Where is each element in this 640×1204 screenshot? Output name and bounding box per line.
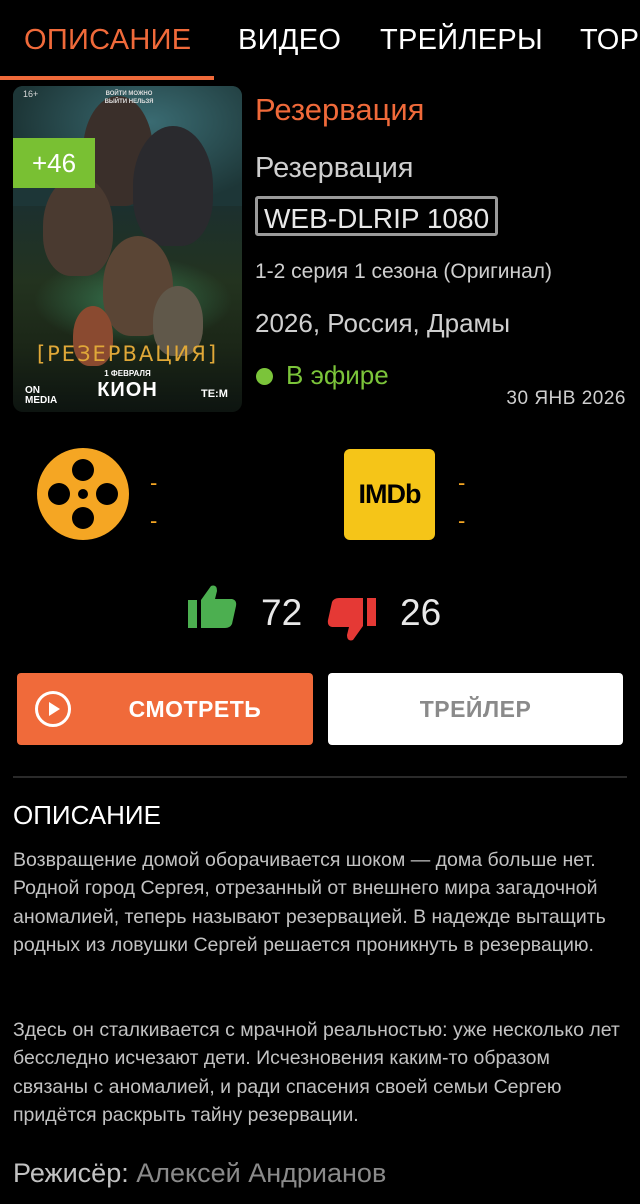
tab-video[interactable]: ВИДЕО xyxy=(238,24,341,57)
divider xyxy=(13,776,627,778)
thumbs-down-icon[interactable] xyxy=(326,596,378,642)
page-title: Резервация xyxy=(255,92,425,127)
imdb-votes: - xyxy=(458,508,466,533)
kinopoisk-rating: - xyxy=(150,470,158,495)
like-count: 72 xyxy=(261,592,303,633)
original-title: Резервация xyxy=(255,152,414,184)
director-name[interactable]: Алексей Андрианов xyxy=(136,1158,386,1188)
year-country-genre: 2026, Россия, Драмы xyxy=(255,308,511,338)
kinopoisk-votes: - xyxy=(150,508,158,533)
trailer-button[interactable]: ТРЕЙЛЕР xyxy=(328,673,623,745)
poster-release: 1 ФЕВРАЛЯ xyxy=(104,369,151,378)
tab-torrents[interactable]: ТОР xyxy=(580,24,639,57)
tab-bar: ОПИСАНИЕ ВИДЕО ТРЕЙЛЕРЫ ТОР xyxy=(0,0,640,80)
poster-image[interactable]: 16+ ВОЙТИ МОЖНО ВЫЙТИ НЕЛЬЗЯ [РЕЗЕРВАЦИЯ… xyxy=(13,86,242,412)
quality-badge: WEB-DLRIP 1080 xyxy=(255,196,499,236)
status-text: В эфире xyxy=(286,360,389,390)
director-label: Режисёр: xyxy=(13,1158,129,1188)
release-date: 30 ЯНВ 2026 xyxy=(506,388,626,409)
poster-title: [РЕЗЕРВАЦИЯ] xyxy=(36,342,219,366)
poster-left-logo: ON MEDIA xyxy=(25,385,58,406)
poster-right-logo: TE:M xyxy=(201,388,228,400)
play-icon xyxy=(35,691,71,727)
dislike-count: 26 xyxy=(400,592,442,633)
description-heading: ОПИСАНИЕ xyxy=(13,800,161,830)
poster-age-rating: 16+ xyxy=(23,89,39,99)
watch-button[interactable]: СМОТРЕТЬ xyxy=(17,673,313,745)
poster-tagline: ВОЙТИ МОЖНО ВЫЙТИ НЕЛЬЗЯ xyxy=(104,91,154,105)
tab-description[interactable]: ОПИСАНИЕ xyxy=(24,24,191,57)
director-line: Режисёр: Алексей Андрианов xyxy=(13,1158,386,1189)
description-paragraph-2: Здесь он сталкивается с мрачной реальнос… xyxy=(13,1019,620,1126)
description-paragraph-1: Возвращение домой оборачивается шоком — … xyxy=(13,849,606,956)
thumbs-up-icon[interactable] xyxy=(186,584,238,630)
film-reel-icon[interactable] xyxy=(37,448,129,540)
tab-trailers[interactable]: ТРЕЙЛЕРЫ xyxy=(380,24,543,57)
watch-button-label: СМОТРЕТЬ xyxy=(128,696,262,722)
new-episodes-badge: +46 xyxy=(13,138,95,188)
status-dot-icon xyxy=(256,368,273,385)
imdb-rating: - xyxy=(458,470,466,495)
active-tab-indicator xyxy=(0,76,214,80)
episodes-info: 1-2 серия 1 сезона (Оригинал) xyxy=(255,260,553,283)
imdb-logo-icon[interactable]: IMDb xyxy=(344,449,435,540)
